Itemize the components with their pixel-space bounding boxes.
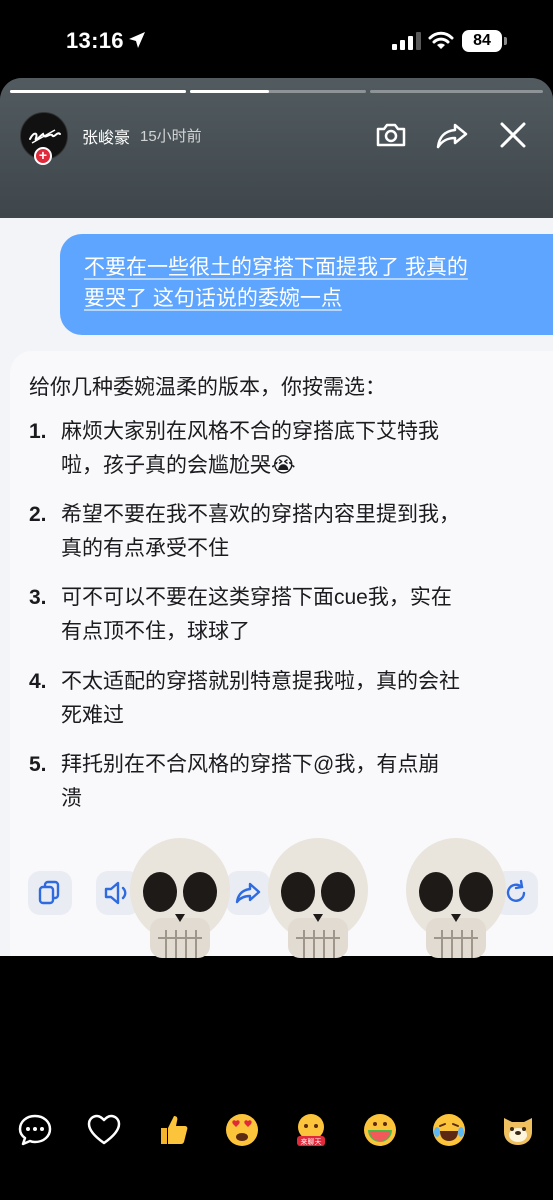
list-number: 1.	[29, 420, 47, 443]
heart-icon[interactable]	[86, 1112, 122, 1148]
battery-icon: 84	[462, 30, 502, 52]
battery-nub	[504, 37, 507, 45]
story-progress-fill	[190, 90, 270, 93]
story-viewer[interactable]: + 张峻豪 15小时前 不要在一些很土的穿搭下面提我了 我真的 要哭了 这句话说…	[0, 78, 553, 956]
story-header: + 张峻豪 15小时前	[0, 78, 553, 218]
post-time: 15小时前	[140, 128, 202, 145]
close-icon[interactable]	[496, 118, 530, 152]
story-progress-segment	[190, 90, 366, 93]
status-time: 13:16	[66, 28, 124, 53]
copy-button[interactable]	[28, 871, 72, 915]
dog-emoji[interactable]	[500, 1112, 536, 1148]
reply-intro: 给你几种委婉温柔的版本，你按需选：	[29, 376, 386, 399]
list-number: 2.	[29, 503, 47, 526]
list-text-line: 不太适配的穿搭就别特意提我啦，真的会社	[61, 670, 460, 693]
list-text-line: 真的有点承受不住	[61, 537, 229, 560]
camera-icon[interactable]	[374, 118, 408, 152]
story-progress-segment	[370, 90, 543, 93]
list-text-line: 啦，孩子真的会尴尬哭😭	[61, 454, 296, 477]
list-number: 4.	[29, 670, 47, 693]
list-item: 2. 希望不要在我不喜欢的穿搭内容里提到我， 真的有点承受不住	[29, 498, 534, 566]
list-item: 3. 可不可以不要在这类穿搭下面cue我，实在 有点顶不住，球球了	[29, 581, 534, 649]
share-icon[interactable]	[435, 118, 469, 152]
user-message-line: 要哭了 这句话说的委婉一点	[84, 287, 342, 310]
skull-sticker	[130, 838, 230, 958]
heart-eyes-emoji[interactable]	[224, 1112, 260, 1148]
list-text-line: 可不可以不要在这类穿搭下面cue我，实在	[61, 586, 452, 609]
status-bar: 13:16 84	[0, 0, 553, 80]
laughing-emoji[interactable]	[431, 1112, 467, 1148]
location-arrow-icon	[129, 32, 145, 48]
list-item: 1. 麻烦大家别在风格不合的穿搭底下艾特我 啦，孩子真的会尴尬哭😭	[29, 415, 534, 483]
chat-emoji[interactable]: 来聊天	[293, 1112, 329, 1148]
list-item: 5. 拜托别在不合风格的穿搭下@我，有点崩溃	[29, 748, 534, 816]
follow-badge[interactable]: +	[34, 147, 52, 165]
skull-sticker	[406, 838, 506, 958]
user-message-line: 不要在一些很土的穿搭下面提我了 我真的	[84, 256, 468, 279]
list-text-line: 有点顶不住，球球了	[61, 620, 250, 643]
chat-emoji-label: 来聊天	[301, 1137, 322, 1146]
comment-icon[interactable]	[17, 1112, 53, 1148]
list-number: 5.	[29, 753, 47, 776]
list-text-line: 拜托别在不合风格的穿搭下@我，有点崩	[61, 753, 440, 776]
list-text-line: 死难过	[61, 704, 124, 727]
list-item: 4. 不太适配的穿搭就别特意提我啦，真的会社 死难过	[29, 665, 534, 733]
author-name[interactable]: 张峻豪	[82, 124, 130, 148]
watermelon-emoji[interactable]	[362, 1112, 398, 1148]
story-progress-segment	[10, 90, 186, 93]
list-text-line: 麻烦大家别在风格不合的穿搭底下艾特我	[61, 420, 439, 443]
list-text-line: 溃	[61, 787, 82, 810]
skull-sticker	[268, 838, 368, 958]
user-message-bubble: 不要在一些很土的穿搭下面提我了 我真的 要哭了 这句话说的委婉一点	[60, 234, 553, 335]
list-number: 3.	[29, 586, 47, 609]
copy-icon	[38, 880, 60, 905]
story-progress-fill	[10, 90, 186, 93]
thumbs-up-emoji[interactable]	[155, 1112, 191, 1148]
wifi-icon	[428, 31, 454, 49]
cellular-signal-icon	[392, 32, 421, 50]
list-text-line: 希望不要在我不喜欢的穿搭内容里提到我，	[61, 503, 460, 526]
